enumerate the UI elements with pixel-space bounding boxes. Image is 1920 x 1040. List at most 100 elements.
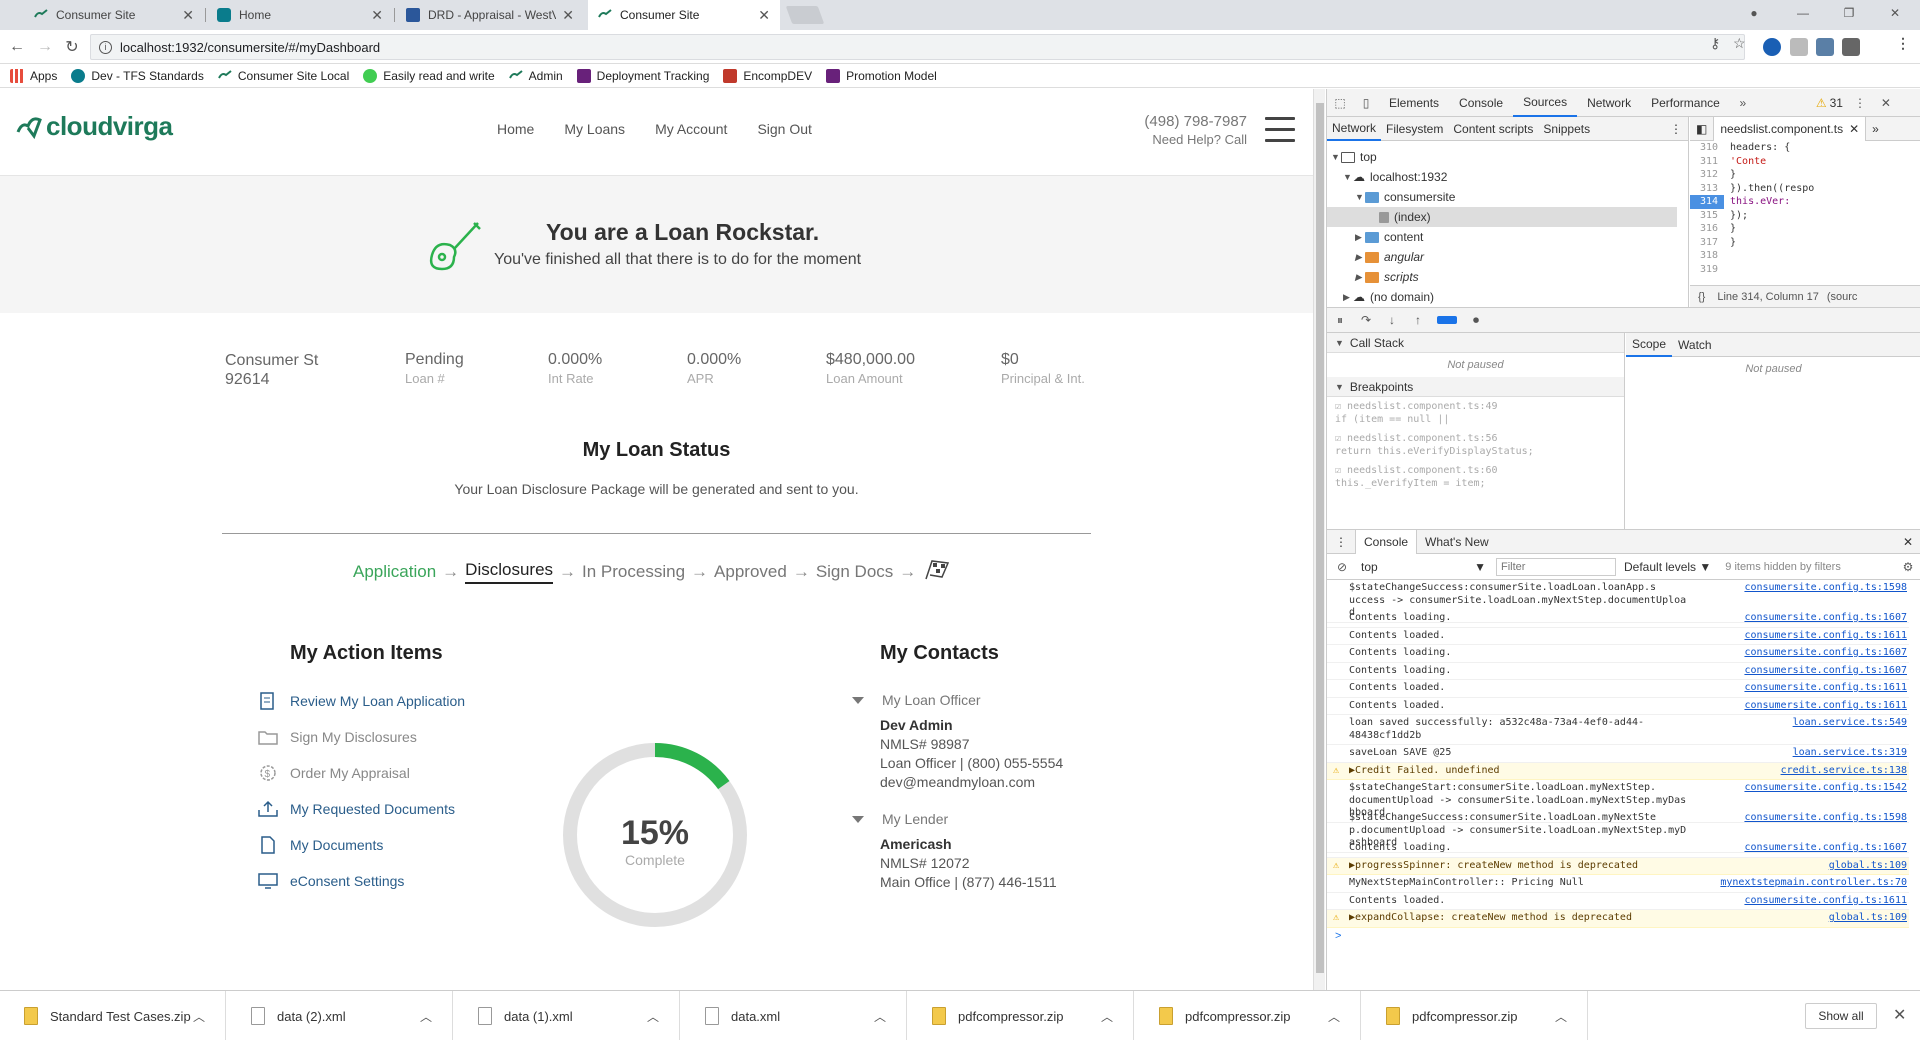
log-source-link[interactable]: consumersite.config.ts:1607 bbox=[1744, 647, 1907, 660]
key-icon[interactable]: ⚷ bbox=[1710, 35, 1720, 52]
action-econsent-settings[interactable]: eConsent Settings bbox=[258, 872, 404, 890]
chevron-up-icon[interactable]: ︿ bbox=[193, 1008, 205, 1025]
new-tab-button[interactable] bbox=[785, 6, 825, 24]
contact-group-toggle[interactable]: My Loan Officer bbox=[852, 692, 1063, 708]
more-tabs-icon[interactable]: » bbox=[1736, 96, 1750, 110]
console-log-row[interactable]: Contents loaded. consumersite.config.ts:1… bbox=[1327, 893, 1909, 910]
bookmark-apps[interactable]: Apps bbox=[10, 68, 57, 83]
scrollbar-thumb[interactable] bbox=[1316, 103, 1324, 973]
download-item[interactable]: Standard Test Cases.zip ︿ bbox=[0, 991, 226, 1040]
more-icon[interactable]: » bbox=[1866, 122, 1885, 136]
clear-console-icon[interactable]: ⊘ bbox=[1335, 560, 1349, 574]
code-line-breakpoint[interactable]: 314 this.eVer: bbox=[1690, 195, 1790, 209]
close-icon[interactable]: ✕ bbox=[562, 7, 574, 24]
console-log-row[interactable]: Contents loading. consumersite.config.ts:… bbox=[1327, 840, 1909, 858]
show-all-button[interactable]: Show all bbox=[1805, 1003, 1877, 1029]
nav-sign-out[interactable]: Sign Out bbox=[757, 121, 811, 137]
star-icon[interactable]: ☆ bbox=[1733, 35, 1746, 52]
log-source-link[interactable]: global.ts:109 bbox=[1829, 860, 1907, 873]
step-into-icon[interactable]: ↓ bbox=[1385, 313, 1399, 327]
bookmark-item[interactable]: Easily read and write bbox=[363, 68, 495, 83]
address-bar[interactable]: i localhost:1932/consumersite/#/myDashbo… bbox=[90, 34, 1745, 60]
contact-email[interactable]: dev@meandmyloan.com bbox=[880, 773, 1063, 792]
tree-item[interactable]: ▼ top bbox=[1331, 147, 1377, 167]
tree-item[interactable]: ▶ content bbox=[1355, 227, 1423, 247]
minimize-button[interactable]: — bbox=[1780, 0, 1826, 26]
action-requested-documents[interactable]: My Requested Documents bbox=[258, 800, 455, 818]
bookmark-item[interactable]: Dev - TFS Standards bbox=[71, 68, 204, 83]
tab-watch[interactable]: Watch bbox=[1672, 338, 1718, 352]
devtools-tab-sources[interactable]: Sources bbox=[1513, 89, 1578, 117]
nav-home[interactable]: Home bbox=[497, 121, 534, 137]
download-item[interactable]: pdfcompressor.zip ︿ bbox=[1362, 991, 1588, 1040]
pause-on-exceptions-icon[interactable]: ⏺ bbox=[1469, 313, 1483, 327]
nav-tab-network[interactable]: Network bbox=[1327, 117, 1382, 141]
tab-scope[interactable]: Scope bbox=[1626, 333, 1673, 357]
browser-tab[interactable]: DRD - Appraisal - WestV ✕ bbox=[396, 0, 584, 30]
log-source-link[interactable]: consumersite.config.ts:1611 bbox=[1744, 700, 1907, 713]
log-source-link[interactable]: consumersite.config.ts:1611 bbox=[1744, 630, 1907, 643]
console-warning-row[interactable]: ⚠ ▶Credit Failed. undefined credit.service… bbox=[1327, 762, 1909, 780]
console-log[interactable]: $stateChangeSuccess:consumerSite.loadLoa… bbox=[1327, 580, 1920, 991]
tree-item[interactable]: ▶ scripts bbox=[1355, 267, 1419, 287]
download-item[interactable]: data.xml ︿ bbox=[681, 991, 907, 1040]
nav-tab-filesystem[interactable]: Filesystem bbox=[1381, 122, 1448, 136]
inspect-icon[interactable]: ⬚ bbox=[1333, 96, 1347, 110]
drawer-tab-whats-new[interactable]: What's New bbox=[1417, 530, 1497, 554]
devtools-tab-console[interactable]: Console bbox=[1449, 89, 1513, 117]
chevron-up-icon[interactable]: ︿ bbox=[1101, 1008, 1113, 1025]
code-area[interactable]: 310 headers: { 311 'Conte 312 } 313 }).t… bbox=[1690, 141, 1920, 279]
tree-item[interactable]: ▶ ☁ (no domain) bbox=[1343, 287, 1434, 307]
reload-icon[interactable]: ↻ bbox=[62, 37, 82, 57]
drawer-tab-console[interactable]: Console bbox=[1355, 529, 1418, 554]
extension-icon[interactable] bbox=[1842, 38, 1860, 56]
toggle-navigator-icon[interactable]: ◧ bbox=[1690, 122, 1713, 136]
download-item[interactable]: data (2).xml ︿ bbox=[227, 991, 453, 1040]
log-source-link[interactable]: consumersite.config.ts:1607 bbox=[1744, 842, 1907, 855]
console-filter-input[interactable] bbox=[1496, 557, 1616, 576]
step-over-icon[interactable]: ↷ bbox=[1359, 313, 1373, 327]
console-log-row[interactable]: Contents loaded. consumersite.config.ts:1… bbox=[1327, 628, 1909, 645]
action-review-application[interactable]: Review My Loan Application bbox=[258, 692, 465, 710]
page-scrollbar[interactable] bbox=[1313, 89, 1325, 990]
close-icon[interactable]: ✕ bbox=[758, 7, 770, 24]
warning-count[interactable]: 31 bbox=[1830, 96, 1843, 110]
context-selector[interactable]: top ▼ bbox=[1361, 560, 1486, 574]
pretty-print-icon[interactable]: {} bbox=[1698, 291, 1705, 303]
nav-tab-content-scripts[interactable]: Content scripts bbox=[1448, 122, 1538, 136]
breakpoint-item[interactable]: ☑ needslist.component.ts:49 if (item == n… bbox=[1327, 397, 1624, 429]
console-log-row[interactable]: loan saved successfully: a532c48a-73a4-4… bbox=[1327, 715, 1909, 745]
restore-button[interactable]: ❐ bbox=[1826, 0, 1872, 26]
log-source-link[interactable]: credit.service.ts:138 bbox=[1781, 765, 1907, 778]
devtools-tab-network[interactable]: Network bbox=[1577, 89, 1641, 117]
console-log-row[interactable]: saveLoan SAVE @25 loan.service.ts:319 bbox=[1327, 745, 1909, 763]
drawer-menu-icon[interactable]: ⋮ bbox=[1327, 530, 1355, 554]
log-source-link[interactable]: consumersite.config.ts:1611 bbox=[1744, 682, 1907, 695]
console-log-row[interactable]: Contents loading. consumersite.config.ts:… bbox=[1327, 610, 1909, 628]
devtools-tab-elements[interactable]: Elements bbox=[1379, 89, 1449, 117]
console-log-row[interactable]: Contents loaded. consumersite.config.ts:1… bbox=[1327, 680, 1909, 698]
info-icon[interactable]: i bbox=[99, 40, 112, 54]
log-source-link[interactable]: consumersite.config.ts:1542 bbox=[1744, 782, 1907, 795]
hamburger-menu-icon[interactable] bbox=[1265, 117, 1295, 143]
bookmark-item[interactable]: EncompDEV bbox=[723, 68, 812, 83]
log-source-link[interactable]: global.ts:109 bbox=[1829, 912, 1907, 925]
bookmark-item[interactable]: Consumer Site Local bbox=[217, 69, 349, 83]
nav-my-loans[interactable]: My Loans bbox=[564, 121, 625, 137]
action-order-appraisal[interactable]: $ Order My Appraisal bbox=[258, 764, 410, 782]
log-levels-dropdown[interactable]: Default levels ▼ bbox=[1624, 560, 1711, 574]
browser-tab[interactable]: Consumer Site ✕ bbox=[24, 0, 204, 30]
close-icon[interactable]: ✕ bbox=[182, 7, 194, 24]
log-source-link[interactable]: loan.service.ts:549 bbox=[1793, 717, 1907, 730]
warning-icon[interactable]: ⚠ bbox=[1816, 96, 1827, 110]
action-sign-disclosures[interactable]: Sign My Disclosures bbox=[258, 728, 417, 746]
chevron-up-icon[interactable]: ︿ bbox=[874, 1008, 886, 1025]
device-toggle-icon[interactable]: ▯ bbox=[1359, 96, 1373, 110]
log-source-link[interactable]: consumersite.config.ts:1598 bbox=[1744, 582, 1907, 595]
action-my-documents[interactable]: My Documents bbox=[258, 836, 383, 854]
browser-tab-active[interactable]: Consumer Site ✕ bbox=[588, 0, 780, 30]
navigator-menu-icon[interactable]: ⋮ bbox=[1665, 122, 1688, 136]
deactivate-breakpoints-icon[interactable] bbox=[1437, 316, 1457, 324]
menu-icon[interactable]: ⋮ bbox=[1896, 35, 1910, 52]
close-icon[interactable]: ✕ bbox=[1849, 122, 1859, 136]
